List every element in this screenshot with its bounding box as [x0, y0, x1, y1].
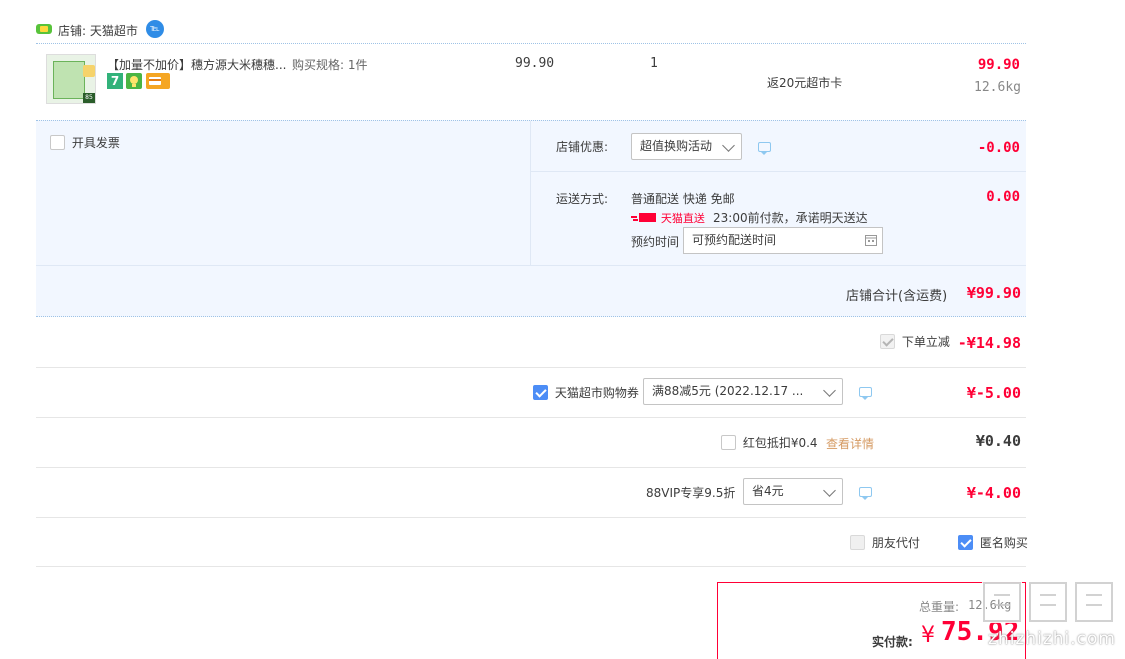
schedule-label: 预约时间 [631, 235, 680, 249]
chevron-down-icon [823, 384, 836, 397]
tmall-direct-label: 天猫直送 [660, 212, 705, 225]
redpacket-detail-link[interactable]: 查看详情 [826, 435, 874, 452]
panel-divider [530, 121, 531, 265]
item-weight: 12.6kg [974, 80, 1021, 95]
shipping-label: 运送方式: [556, 192, 609, 206]
anonymous-label: 匿名购买 [979, 536, 1028, 550]
invoice-option[interactable]: 开具发票 [50, 134, 120, 152]
pay-currency: ¥ [921, 623, 935, 648]
schedule-placeholder: 可预约配送时间 [692, 233, 777, 247]
item-subtotal: 99.90 [977, 57, 1020, 73]
chevron-down-icon [823, 484, 836, 497]
total-weight-value: 12.6kg [968, 598, 1012, 612]
panel-divider-h [531, 171, 1026, 172]
coupon-checkbox[interactable] [533, 385, 548, 400]
delivery-promise: 23:00前付款，承诺明天送达 [713, 211, 868, 225]
seven-day-return-icon: 7 [107, 73, 123, 89]
vip-select[interactable]: 省4元 [743, 478, 843, 505]
vip-select-value: 省4元 [752, 484, 784, 498]
tmall-direct-badge: 天猫直送 [631, 210, 705, 225]
credit-card-icon [146, 73, 170, 89]
anonymous-checkbox[interactable] [958, 535, 973, 550]
shipping-method: 普通配送 快递 免邮 [631, 192, 735, 206]
chevron-down-icon [722, 139, 735, 152]
instant-discount-checkbox [880, 334, 895, 349]
item-title[interactable]: 【加量不加价】穗方源大米穗穗... [107, 56, 286, 73]
anonymous-option[interactable]: 匿名购买 [958, 534, 1028, 552]
message-icon[interactable] [758, 142, 771, 155]
vip-label: 88VIP专享9.5折 [646, 486, 736, 500]
redpacket-label: 红包抵扣¥0.4 [742, 436, 818, 450]
coupon-amount: ¥-5.00 [966, 384, 1021, 402]
invoice-checkbox[interactable] [50, 135, 65, 150]
total-weight-label: 总重量: [919, 600, 960, 614]
item-service-icons: 7 [107, 73, 177, 90]
item-promo: 返20元超市卡 [767, 76, 843, 90]
pay-label: 实付款: [872, 635, 913, 649]
chat-badge-icon[interactable]: ℡ [146, 20, 164, 38]
item-thumbnail[interactable]: 85 [46, 54, 96, 104]
shop-icon [36, 24, 52, 34]
coupon-option[interactable]: 天猫超市购物券 [533, 384, 639, 402]
friend-pay-checkbox [850, 535, 865, 550]
payment-summary-box: 总重量: 12.6kg 实付款: ¥ 75.92 [717, 582, 1026, 659]
redpacket-amount: ¥0.40 [975, 432, 1021, 450]
message-icon[interactable] [859, 387, 872, 400]
friend-pay-label: 朋友代付 [871, 536, 920, 550]
coupon-select-value: 满88减5元 (2022.12.17 ... [652, 384, 804, 398]
shop-name[interactable]: 店铺: 天猫超市 [58, 22, 138, 39]
shop-header: 店铺: 天猫超市 ℡ [36, 20, 336, 40]
pay-amount: 75.92 [941, 617, 1020, 647]
item-quantity: 1 [650, 56, 658, 71]
shipping-amount: 0.00 [986, 189, 1020, 205]
friend-pay-option: 朋友代付 [850, 534, 920, 552]
redpacket-checkbox[interactable] [721, 435, 736, 450]
discount-select-value: 超值换购活动 [640, 139, 713, 153]
panel-divider-bottom [36, 265, 1026, 266]
calendar-icon[interactable] [865, 234, 877, 246]
shop-total-amount: ¥99.90 [966, 284, 1021, 302]
coupon-select[interactable]: 满88减5元 (2022.12.17 ... [643, 378, 843, 405]
coupon-label: 天猫超市购物券 [554, 386, 639, 400]
delivery-truck-icon [631, 213, 656, 222]
schedule-input[interactable]: 可预约配送时间 [683, 227, 883, 254]
instant-discount-amount: -¥14.98 [957, 334, 1021, 352]
instant-discount-label: 下单立减 [901, 335, 950, 349]
shop-total-label: 店铺合计(含运费) [846, 289, 948, 304]
discount-select[interactable]: 超值换购活动 [631, 133, 742, 160]
item-unit-price: 99.90 [515, 56, 555, 71]
discount-label: 店铺优惠: [556, 140, 609, 154]
vip-amount: ¥-4.00 [966, 484, 1021, 502]
redpacket-option[interactable]: 红包抵扣¥0.4 [721, 434, 818, 452]
guarantee-icon [126, 73, 142, 89]
item-spec: 购买规格: 1件 [292, 58, 368, 72]
instant-discount-option: 下单立减 [880, 333, 950, 351]
invoice-label: 开具发票 [71, 136, 120, 150]
message-icon[interactable] [859, 487, 872, 500]
discount-amount: -0.00 [977, 140, 1020, 156]
